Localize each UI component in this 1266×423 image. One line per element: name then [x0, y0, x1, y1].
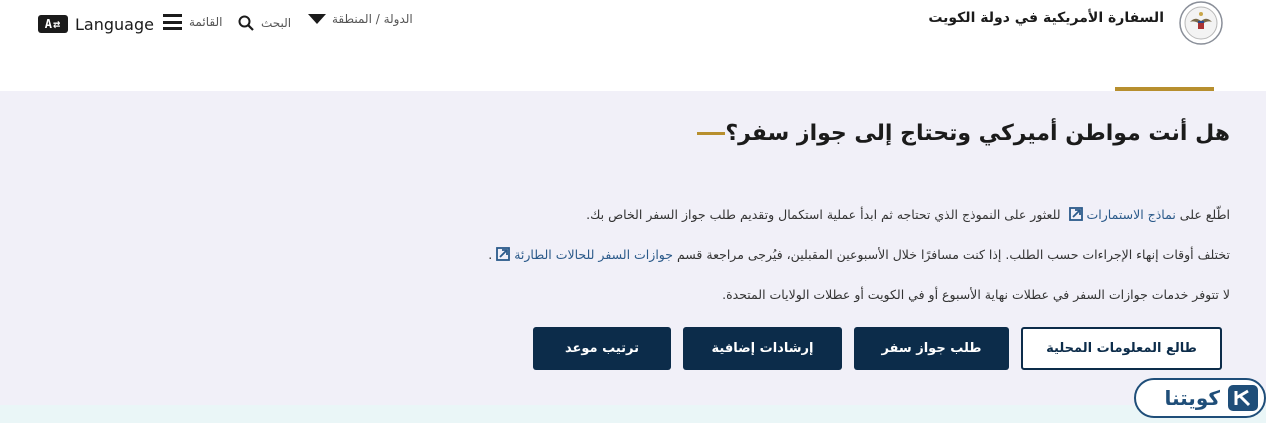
- site-header: السفارة الأمريكية في دولة الكويت A⇄ Lang…: [0, 0, 1266, 91]
- apply-passport-button[interactable]: طلب جواز سفر: [854, 327, 1009, 370]
- forms-link[interactable]: نماذج الاستمارات: [1087, 207, 1176, 222]
- embassy-name[interactable]: السفارة الأمريكية في دولة الكويت: [928, 10, 1164, 26]
- heading-text: هل أنت مواطن أميركي وتحتاج إلى جواز سفر؟: [725, 121, 1230, 146]
- search-icon: [238, 15, 254, 31]
- search-label: البحث: [261, 16, 292, 30]
- paragraph-processing: تختلف أوقات إنهاء الإجراءات حسب الطلب. إ…: [488, 247, 1230, 262]
- section-heading: هل أنت مواطن أميركي وتحتاج إلى جواز سفر؟: [687, 121, 1230, 146]
- menu-label: القائمة: [189, 15, 223, 29]
- country-region-label: الدولة / المنطقة: [332, 12, 413, 26]
- external-link-icon[interactable]: [1068, 207, 1083, 221]
- menu-button[interactable]: القائمة: [163, 14, 222, 30]
- local-info-button[interactable]: طالع المعلومات المحلية: [1021, 327, 1222, 370]
- p1-before: اطّلع على: [1175, 207, 1230, 222]
- heading-accent-rule: [697, 132, 726, 135]
- more-guidance-button[interactable]: إرشادات إضافية: [683, 327, 842, 370]
- hamburger-icon: [163, 14, 182, 30]
- language-button[interactable]: A⇄ Language: [38, 13, 154, 35]
- external-link-icon[interactable]: [496, 247, 511, 261]
- schedule-appointment-button[interactable]: ترتيب موعد: [533, 327, 671, 370]
- paragraph-forms: اطّلع على نماذج الاستمارات للعثور على ال…: [586, 207, 1230, 222]
- language-icon: A⇄: [38, 15, 68, 33]
- passport-section: هل أنت مواطن أميركي وتحتاج إلى جواز سفر؟…: [0, 87, 1266, 405]
- us-embassy-seal-icon[interactable]: [1178, 0, 1224, 46]
- watermark-k-icon: [1228, 385, 1258, 411]
- caret-down-icon: [308, 14, 326, 24]
- bottom-strip: [0, 405, 1266, 423]
- p2-before: تختلف أوقات إنهاء الإجراءات حسب الطلب. إ…: [672, 247, 1230, 262]
- p1-after: للعثور على النموذج الذي تحتاجه ثم ابدأ ع…: [586, 207, 1065, 222]
- watermark-text: كويتنا: [1164, 386, 1220, 410]
- watermark-logo: كويتنا: [1134, 378, 1266, 418]
- search-button[interactable]: البحث: [238, 15, 291, 31]
- country-region-dropdown[interactable]: الدولة / المنطقة: [308, 12, 413, 26]
- language-label: Language: [75, 14, 154, 34]
- paragraph-holidays: لا تتوفر خدمات جوازات السفر في عطلات نها…: [722, 287, 1230, 302]
- gold-accent-bar: [1115, 87, 1214, 91]
- p2-after: .: [488, 247, 493, 262]
- emergency-passports-link[interactable]: جوازات السفر للحالات الطارئة: [514, 247, 673, 262]
